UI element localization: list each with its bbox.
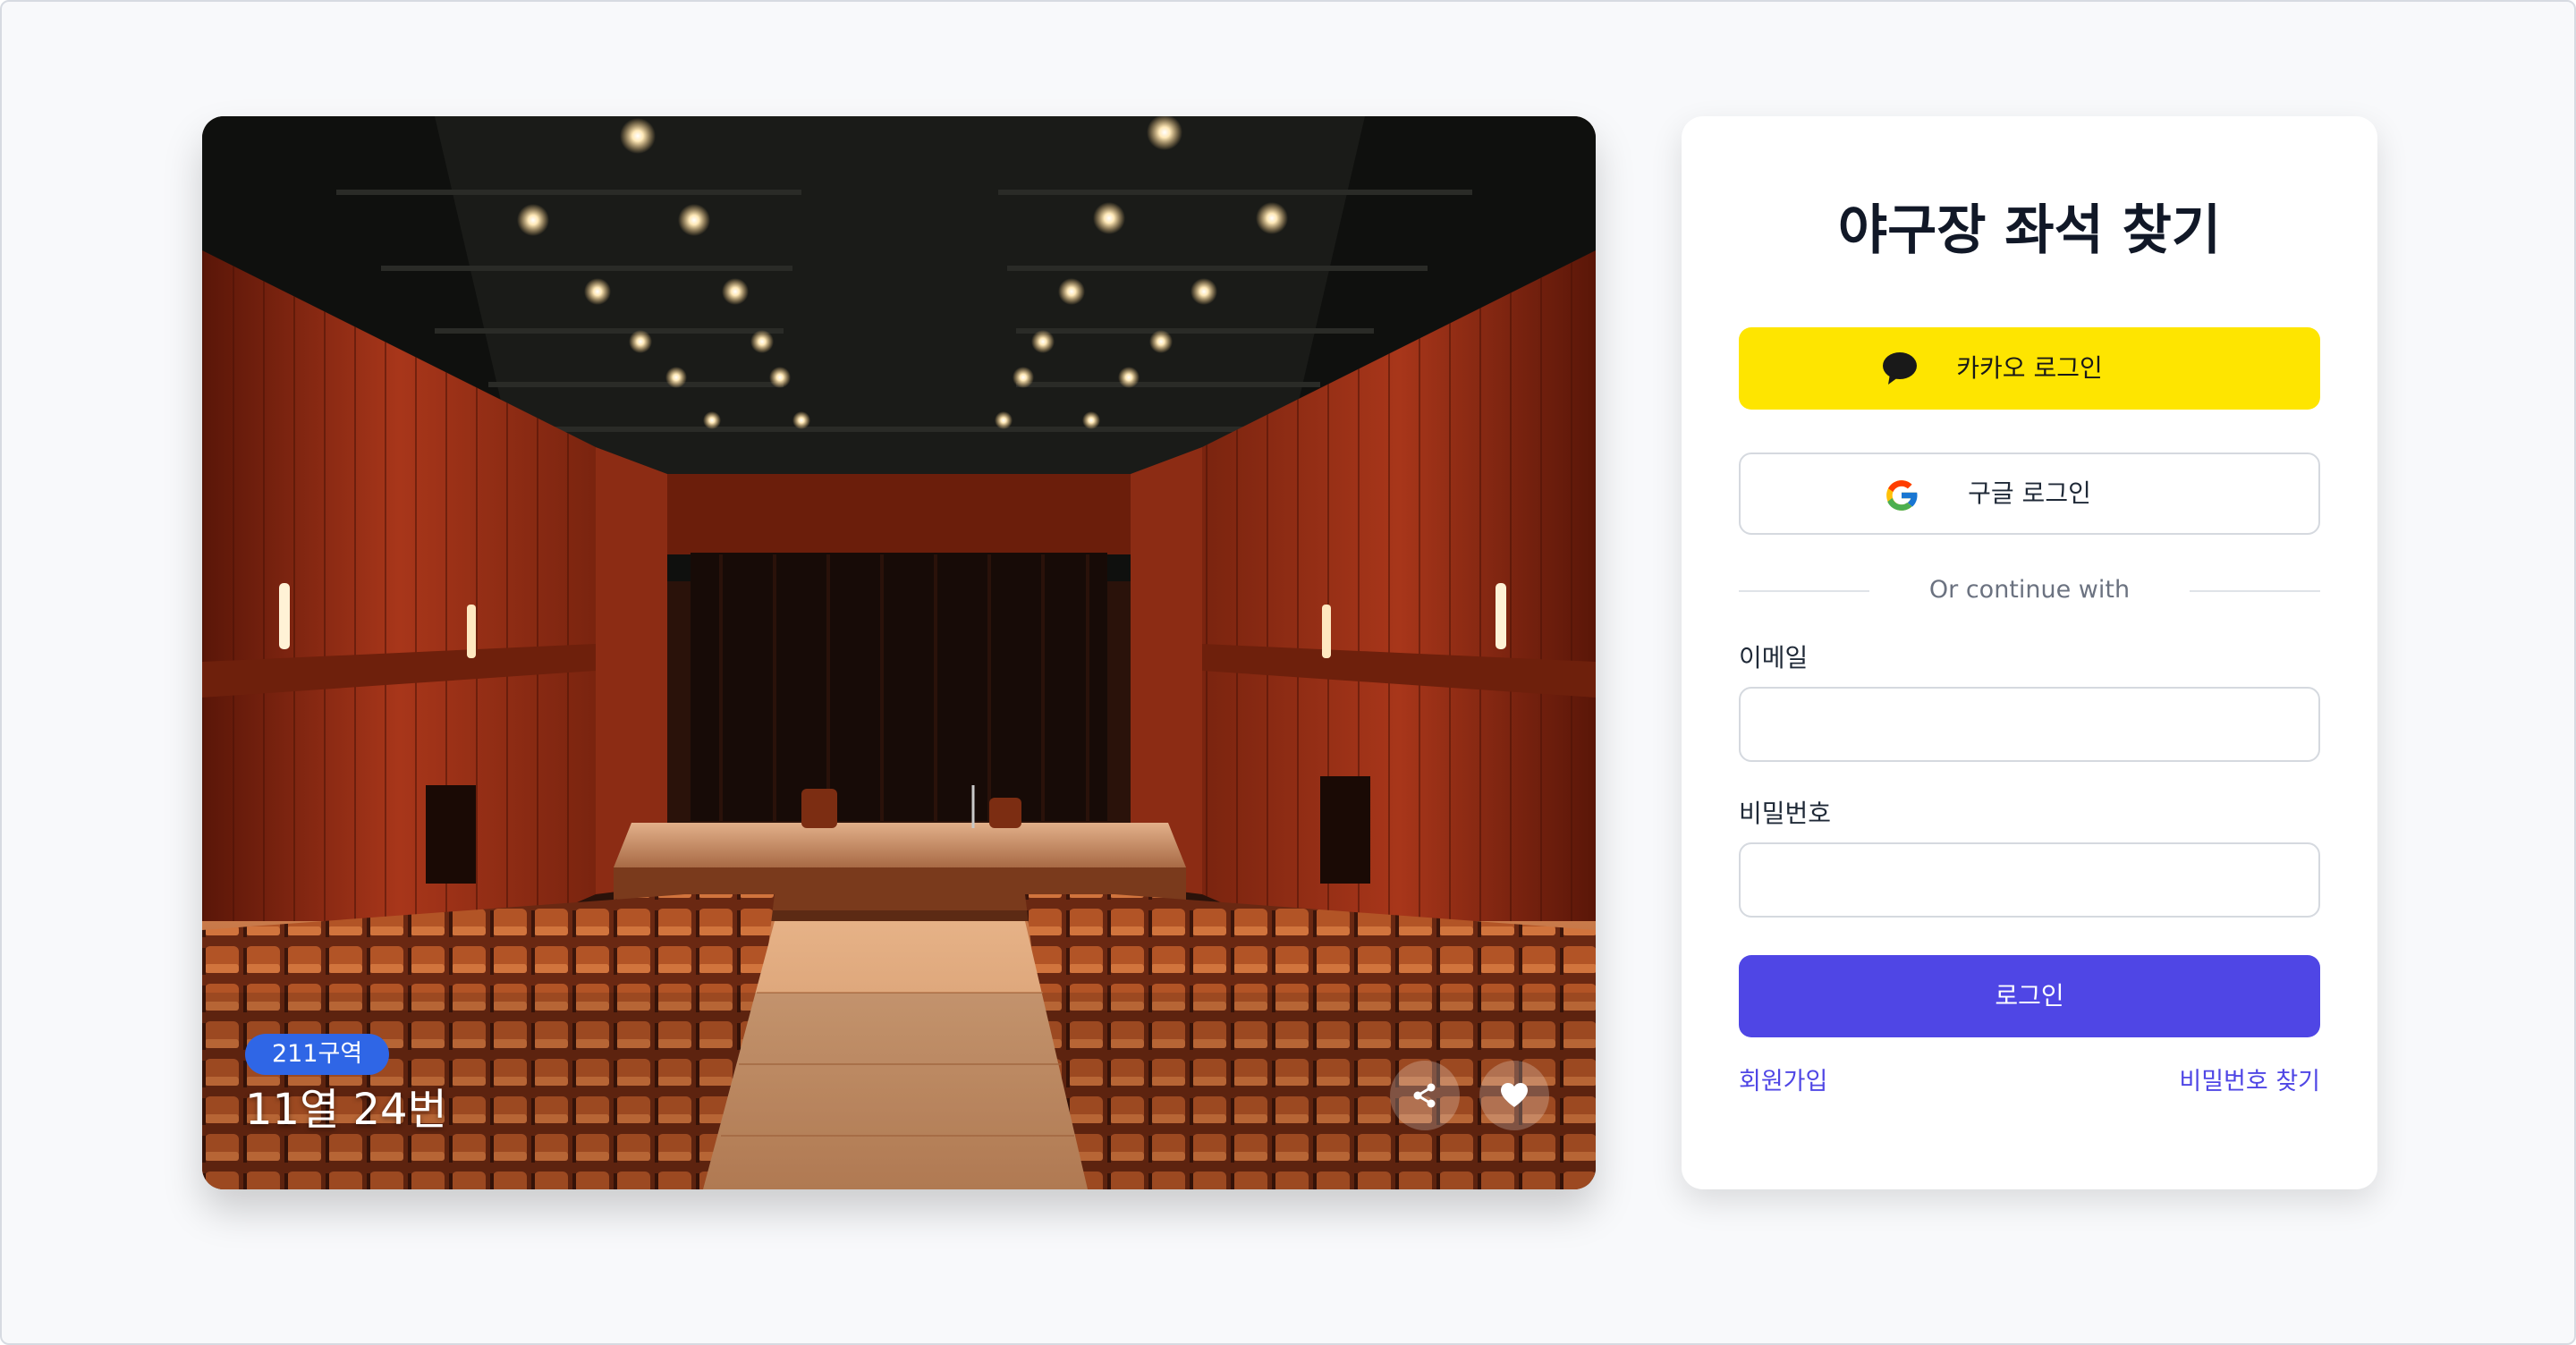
google-g-icon — [1886, 480, 1918, 511]
login-card: 야구장 좌석 찾기 카카오 로그인 구글 로그인 Or continue wit… — [1682, 116, 2377, 1189]
divider-line-right — [2190, 590, 2320, 592]
kakao-login-button[interactable]: 카카오 로그인 — [1739, 327, 2320, 410]
kakao-login-label: 카카오 로그인 — [1956, 353, 2103, 383]
password-label: 비밀번호 — [1739, 799, 1832, 828]
email-label: 이메일 — [1739, 643, 1809, 672]
page-title: 야구장 좌석 찾기 — [1837, 199, 2222, 262]
password-field[interactable] — [1739, 842, 2320, 918]
email-field[interactable] — [1739, 687, 2320, 762]
find-password-link[interactable]: 비밀번호 찾기 — [2179, 1066, 2320, 1098]
heart-icon — [1501, 1083, 1528, 1107]
section-badge: 211구역 — [245, 1034, 390, 1075]
share-icon — [1413, 1083, 1436, 1108]
concert-hall-photo — [202, 116, 1596, 1189]
divider: Or continue with — [1739, 574, 2320, 606]
share-button[interactable] — [1390, 1061, 1460, 1130]
login-button[interactable]: 로그인 — [1739, 955, 2320, 1037]
signup-link[interactable]: 회원가입 — [1739, 1066, 1827, 1098]
favorite-button[interactable] — [1479, 1061, 1549, 1130]
google-login-button[interactable]: 구글 로그인 — [1739, 453, 2320, 535]
venue-photo-card: 211구역 11열 24번 — [202, 116, 1596, 1189]
page-frame: 211구역 11열 24번 야구장 좌석 찾기 카카오 로그인 구글 로그인 O… — [0, 0, 2576, 1345]
google-login-label: 구글 로그인 — [1968, 478, 2091, 508]
kakao-chat-icon — [1883, 352, 1917, 385]
seat-label: 11열 24번 — [245, 1085, 447, 1135]
login-button-label: 로그인 — [1995, 981, 2064, 1011]
